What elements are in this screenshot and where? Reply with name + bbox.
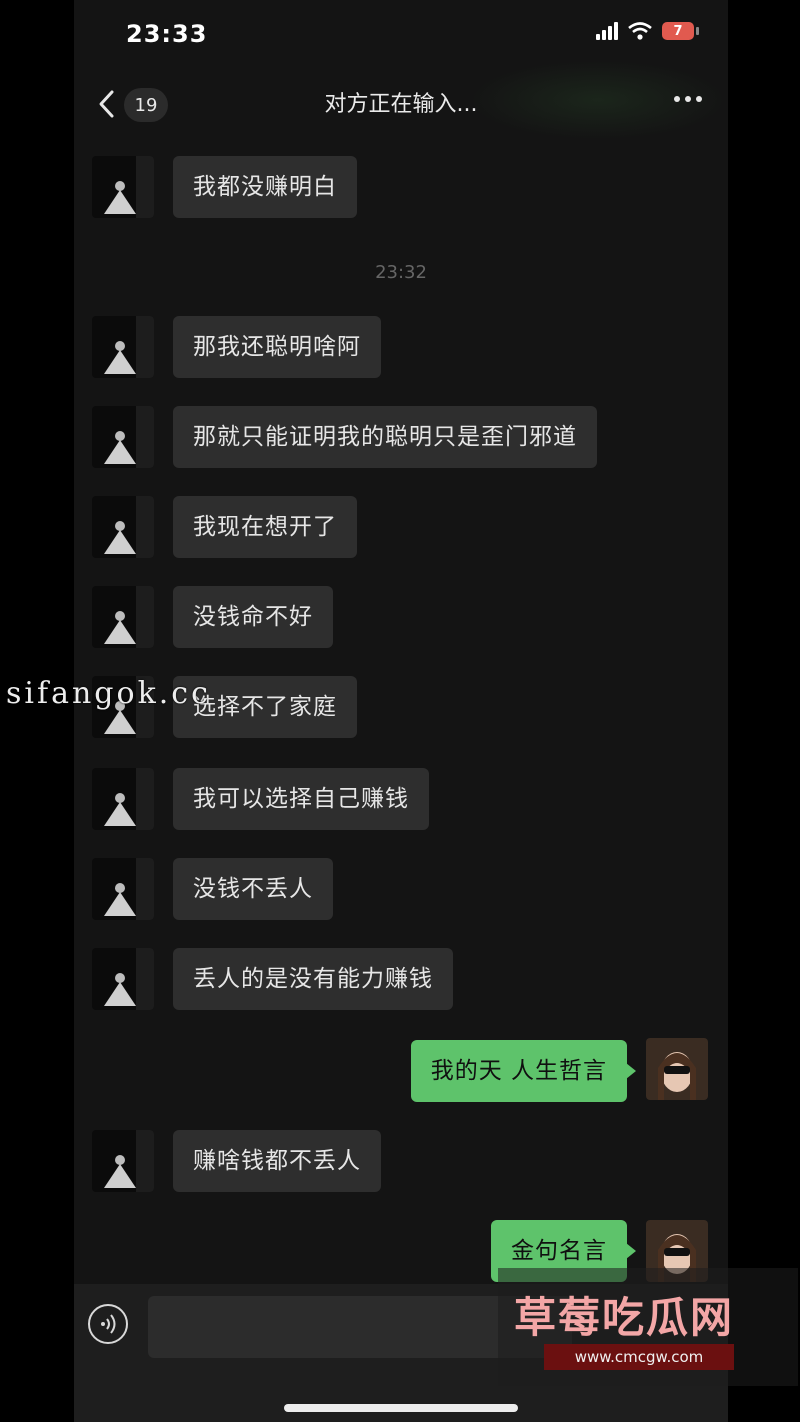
message-bubble-received[interactable]: 没钱命不好 — [173, 586, 333, 648]
home-indicator[interactable] — [284, 1404, 518, 1412]
contact-avatar[interactable] — [92, 858, 154, 920]
battery-icon: 7 — [662, 22, 699, 40]
watermark-text: sifangok.cc — [6, 676, 211, 711]
contact-avatar[interactable] — [92, 316, 154, 378]
watermark-logo: 草莓吃瓜网 www.cmcgw.com — [498, 1268, 798, 1386]
voice-icon — [101, 1314, 116, 1334]
message-bubble-received[interactable]: 那我还聪明啥阿 — [173, 316, 381, 378]
message-bubble-received[interactable]: 我现在想开了 — [173, 496, 357, 558]
more-options-icon[interactable] — [674, 96, 702, 102]
watermark-url: www.cmcgw.com — [544, 1344, 734, 1370]
message-bubble-sent[interactable]: 我的天 人生哲言 — [410, 1040, 637, 1102]
message-bubble-received[interactable]: 赚啥钱都不丢人 — [173, 1130, 381, 1192]
message-bubble-received[interactable]: 那就只能证明我的聪明只是歪门邪道 — [173, 406, 597, 468]
watermark-title: 草莓吃瓜网 — [514, 1293, 735, 1342]
chat-title: 对方正在输入... — [324, 92, 478, 117]
contact-avatar[interactable] — [92, 768, 154, 830]
contact-avatar[interactable] — [92, 496, 154, 558]
chat-screen: 23:33 7 19 对方正在输入... 我都没赚明白 23:32 那我还聪明啥… — [74, 0, 728, 1422]
voice-input-button[interactable] — [88, 1304, 128, 1344]
contact-avatar[interactable] — [92, 156, 154, 218]
contact-avatar[interactable] — [92, 406, 154, 468]
message-bubble-received[interactable]: 我可以选择自己赚钱 — [173, 768, 429, 830]
wifi-icon — [628, 22, 652, 40]
signal-icon — [596, 22, 618, 40]
self-avatar[interactable] — [646, 1038, 708, 1100]
status-indicators: 7 — [596, 22, 699, 40]
status-time: 23:33 — [126, 20, 208, 48]
contact-avatar[interactable] — [92, 1130, 154, 1192]
contact-avatar[interactable] — [92, 586, 154, 648]
message-timestamp: 23:32 — [375, 262, 427, 283]
message-bubble-received[interactable]: 没钱不丢人 — [173, 858, 333, 920]
contact-avatar[interactable] — [92, 948, 154, 1010]
message-bubble-received[interactable]: 丢人的是没有能力赚钱 — [173, 948, 453, 1010]
message-bubble-received[interactable]: 我都没赚明白 — [173, 156, 357, 218]
